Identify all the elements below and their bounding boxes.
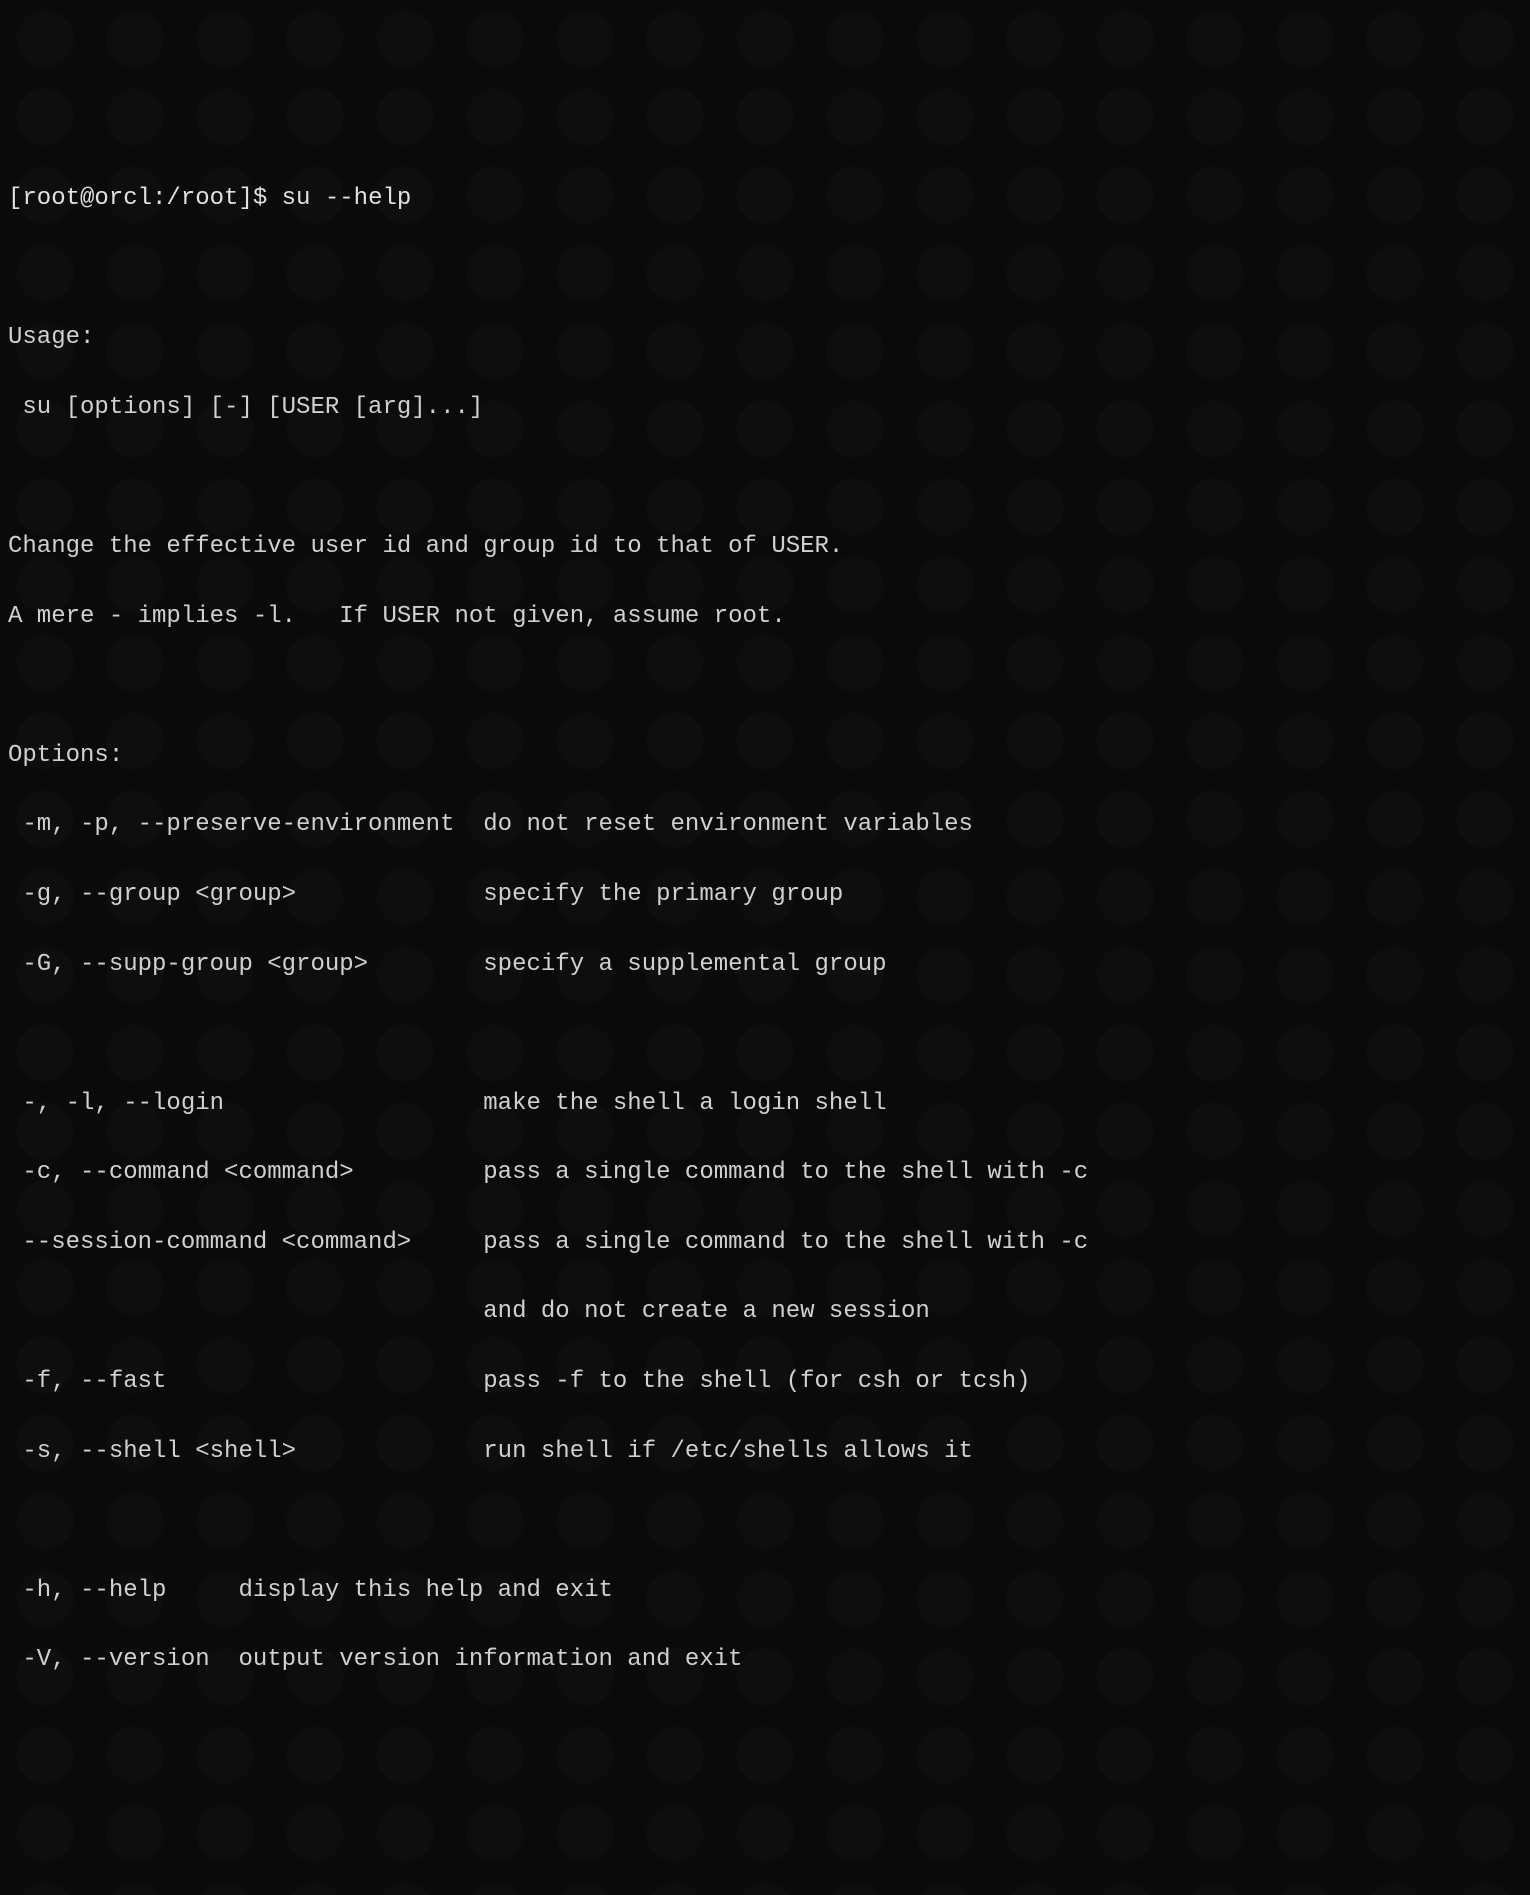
option-preserve-environment: -m, -p, --preserve-environment do not re… (8, 808, 1522, 843)
blank-line (8, 1504, 1522, 1539)
blank-line (8, 1017, 1522, 1052)
entered-command: su --help (282, 185, 412, 212)
option-command: -c, --command <command> pass a single co… (8, 1156, 1522, 1191)
blank-line (8, 252, 1522, 287)
options-header: Options: (8, 739, 1522, 774)
description-line-2: A mere - implies -l. If USER not given, … (8, 600, 1522, 635)
option-help: -h, --help display this help and exit (8, 1574, 1522, 1609)
option-session-command-cont: and do not create a new session (8, 1295, 1522, 1330)
option-login: -, -l, --login make the shell a login sh… (8, 1087, 1522, 1122)
option-supp-group: -G, --supp-group <group> specify a suppl… (8, 948, 1522, 983)
description-line-1: Change the effective user id and group i… (8, 530, 1522, 565)
terminal-output[interactable]: [root@orcl:/root]$ su --help Usage: su [… (8, 147, 1522, 1713)
option-version: -V, --version output version information… (8, 1643, 1522, 1678)
blank-line (8, 669, 1522, 704)
usage-line: su [options] [-] [USER [arg]...] (8, 391, 1522, 426)
blank-line (8, 460, 1522, 495)
option-shell: -s, --shell <shell> run shell if /etc/sh… (8, 1435, 1522, 1470)
option-session-command: --session-command <command> pass a singl… (8, 1226, 1522, 1261)
option-group: -g, --group <group> specify the primary … (8, 878, 1522, 913)
usage-header: Usage: (8, 321, 1522, 356)
prompt-line: [root@orcl:/root]$ su --help (8, 182, 1522, 217)
option-fast: -f, --fast pass -f to the shell (for csh… (8, 1365, 1522, 1400)
shell-prompt: [root@orcl:/root]$ (8, 185, 282, 212)
